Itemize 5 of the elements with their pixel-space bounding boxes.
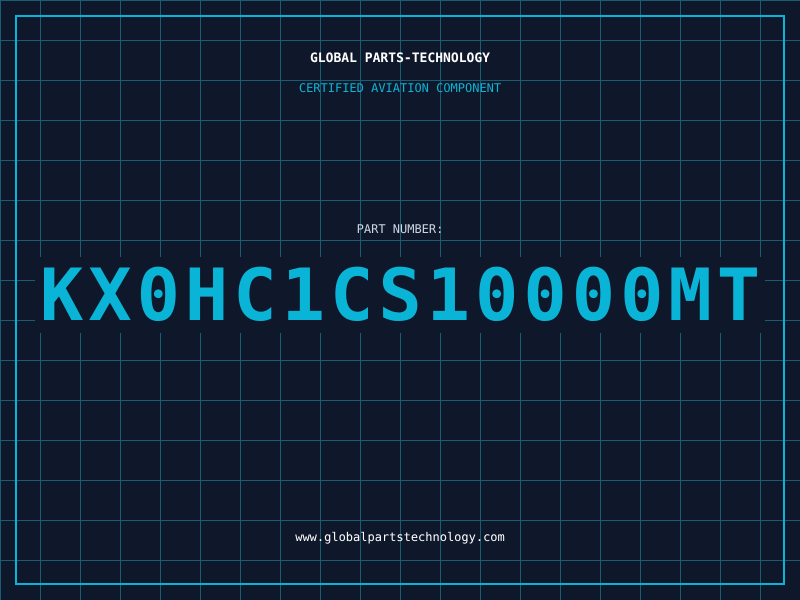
website-url: www.globalpartstechnology.com (295, 529, 505, 545)
certification-subtitle: CERTIFIED AVIATION COMPONENT (298, 80, 502, 96)
part-number-label: PART NUMBER: (356, 221, 444, 237)
company-title: GLOBAL PARTS-TECHNOLOGY (310, 50, 490, 68)
part-number: KX0HC1CS10000MT (34, 257, 766, 333)
